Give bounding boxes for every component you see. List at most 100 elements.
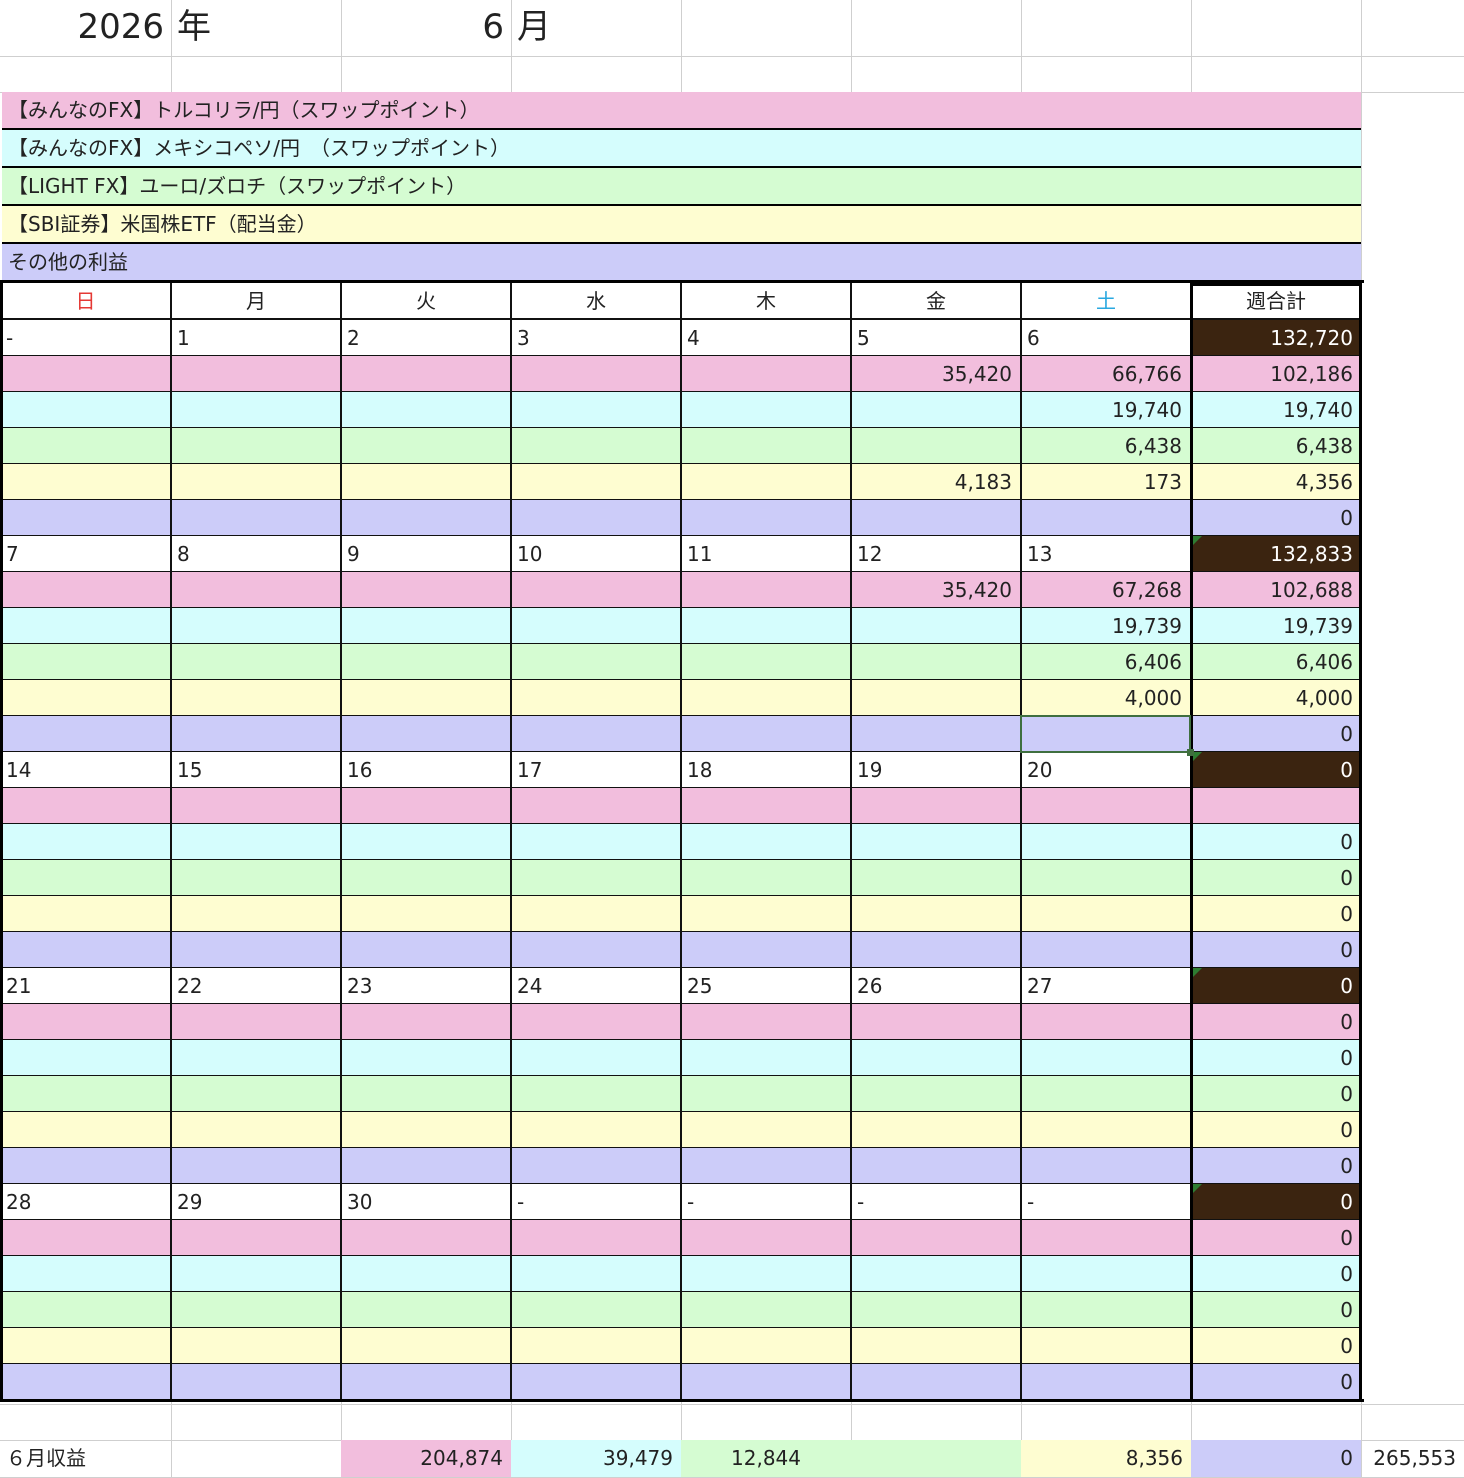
amount-cell[interactable]	[341, 680, 510, 716]
month-cell[interactable]: 6	[341, 0, 510, 56]
amount-cell[interactable]	[511, 1292, 680, 1328]
date-cell[interactable]: 4	[681, 320, 850, 356]
amount-cell[interactable]	[0, 824, 170, 860]
amount-cell[interactable]: 67,268	[1021, 572, 1190, 608]
amount-cell[interactable]	[341, 428, 510, 464]
amount-cell[interactable]	[1021, 1256, 1190, 1292]
date-cell[interactable]: 26	[851, 968, 1020, 1004]
amount-cell[interactable]	[511, 1328, 680, 1364]
week-category-total[interactable]: 0	[1193, 500, 1361, 536]
amount-cell[interactable]	[681, 1292, 850, 1328]
summary-euro-zloty[interactable]: 12,844	[681, 1440, 1021, 1477]
date-cell[interactable]: 15	[171, 752, 340, 788]
amount-cell[interactable]	[341, 500, 510, 536]
date-cell[interactable]: 21	[0, 968, 170, 1004]
amount-cell[interactable]	[171, 1256, 340, 1292]
amount-cell[interactable]	[681, 1112, 850, 1148]
date-cell[interactable]: 22	[171, 968, 340, 1004]
amount-cell[interactable]	[681, 896, 850, 932]
amount-cell[interactable]	[511, 680, 680, 716]
amount-cell[interactable]	[1021, 824, 1190, 860]
amount-cell[interactable]	[171, 1148, 340, 1184]
amount-cell[interactable]	[341, 824, 510, 860]
amount-cell[interactable]	[0, 716, 170, 752]
weekday-header-7[interactable]: 週合計	[1191, 283, 1361, 319]
amount-cell[interactable]	[171, 572, 340, 608]
amount-cell[interactable]	[0, 932, 170, 968]
date-cell[interactable]: 6	[1021, 320, 1190, 356]
amount-cell[interactable]	[681, 356, 850, 392]
amount-cell[interactable]	[511, 500, 680, 536]
amount-cell[interactable]	[511, 1040, 680, 1076]
amount-cell[interactable]	[1021, 500, 1190, 536]
amount-cell[interactable]	[511, 572, 680, 608]
legend-row-4[interactable]: 【SBI証券】米国株ETF（配当金）	[2, 206, 1361, 242]
legend-row-2[interactable]: 【みんなのFX】メキシコペソ/円 （スワップポイント）	[2, 130, 1361, 166]
amount-cell[interactable]	[1021, 1112, 1190, 1148]
date-cell[interactable]: 23	[341, 968, 510, 1004]
date-cell[interactable]: 10	[511, 536, 680, 572]
comment-indicator-icon[interactable]	[1193, 968, 1202, 977]
week-category-total[interactable]: 6,438	[1193, 428, 1361, 464]
amount-cell[interactable]	[681, 392, 850, 428]
amount-cell[interactable]	[171, 1220, 340, 1256]
amount-cell[interactable]: 35,420	[851, 356, 1020, 392]
date-cell[interactable]: 30	[341, 1184, 510, 1220]
amount-cell[interactable]	[681, 608, 850, 644]
amount-cell[interactable]	[681, 1004, 850, 1040]
week-category-total[interactable]: 0	[1193, 1112, 1361, 1148]
amount-cell[interactable]: 66,766	[1021, 356, 1190, 392]
week-category-total[interactable]: 19,739	[1193, 608, 1361, 644]
weekday-header-6[interactable]: 土	[1021, 283, 1191, 319]
amount-cell[interactable]: 173	[1021, 464, 1190, 500]
amount-cell[interactable]	[511, 932, 680, 968]
amount-cell[interactable]	[171, 1328, 340, 1364]
comment-indicator-icon[interactable]	[1193, 1184, 1202, 1193]
amount-cell[interactable]	[341, 1112, 510, 1148]
week-total-cell[interactable]: 0	[1193, 1184, 1361, 1220]
amount-cell[interactable]	[511, 824, 680, 860]
amount-cell[interactable]	[681, 824, 850, 860]
amount-cell[interactable]	[1021, 932, 1190, 968]
week-category-total[interactable]: 0	[1193, 716, 1361, 752]
amount-cell[interactable]	[341, 716, 510, 752]
date-cell[interactable]: 25	[681, 968, 850, 1004]
amount-cell[interactable]	[851, 392, 1020, 428]
week-category-total[interactable]: 102,186	[1193, 356, 1361, 392]
amount-cell[interactable]	[851, 1040, 1020, 1076]
weekday-header-2[interactable]: 火	[341, 283, 511, 319]
week-category-total[interactable]: 0	[1193, 824, 1361, 860]
amount-cell[interactable]	[1021, 1364, 1190, 1400]
amount-cell[interactable]	[0, 1364, 170, 1400]
amount-cell[interactable]	[851, 1364, 1020, 1400]
legend-row-1[interactable]: 【みんなのFX】トルコリラ/円（スワップポイント）	[2, 92, 1361, 128]
date-cell[interactable]: 14	[0, 752, 170, 788]
amount-cell[interactable]	[1021, 1220, 1190, 1256]
amount-cell[interactable]	[851, 680, 1020, 716]
date-cell[interactable]: 27	[1021, 968, 1190, 1004]
amount-cell[interactable]	[1021, 1292, 1190, 1328]
amount-cell[interactable]	[341, 1328, 510, 1364]
amount-cell[interactable]	[1021, 896, 1190, 932]
amount-cell[interactable]	[511, 1148, 680, 1184]
amount-cell[interactable]	[341, 1364, 510, 1400]
amount-cell[interactable]	[1021, 1004, 1190, 1040]
month-unit-cell[interactable]: 月	[511, 0, 680, 56]
amount-cell[interactable]: 19,739	[1021, 608, 1190, 644]
amount-cell[interactable]	[511, 644, 680, 680]
amount-cell[interactable]	[341, 788, 510, 824]
amount-cell[interactable]	[511, 356, 680, 392]
amount-cell[interactable]	[0, 572, 170, 608]
week-total-cell[interactable]: 132,833	[1193, 536, 1361, 572]
amount-cell[interactable]	[341, 932, 510, 968]
week-category-total[interactable]: 0	[1193, 1076, 1361, 1112]
week-category-total[interactable]	[1193, 788, 1361, 824]
amount-cell[interactable]	[0, 1220, 170, 1256]
summary-label[interactable]: ６月収益	[0, 1440, 171, 1477]
amount-cell[interactable]	[511, 1364, 680, 1400]
date-cell[interactable]: 16	[341, 752, 510, 788]
amount-cell[interactable]	[0, 1112, 170, 1148]
amount-cell[interactable]	[171, 428, 340, 464]
amount-cell[interactable]	[341, 1148, 510, 1184]
amount-cell[interactable]	[1021, 788, 1190, 824]
